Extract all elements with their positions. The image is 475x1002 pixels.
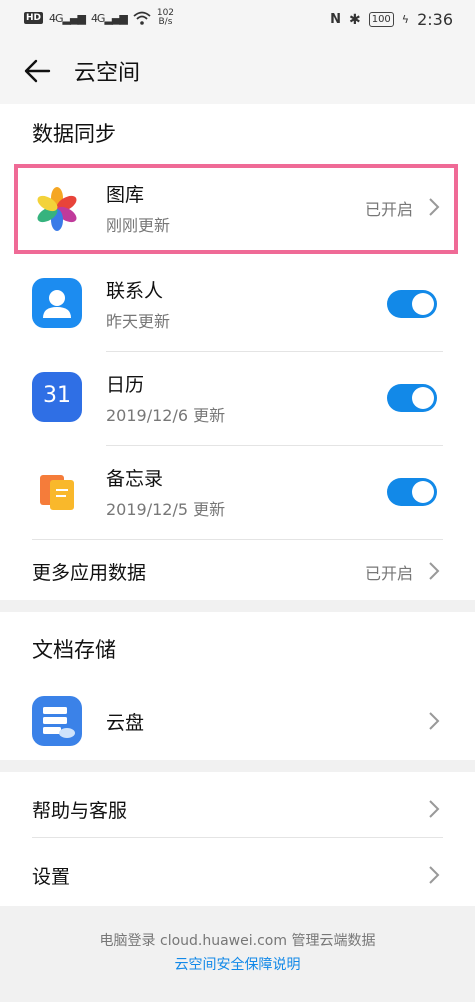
security-info-link[interactable]: 云空间安全保障说明 bbox=[0, 954, 475, 974]
gallery-row[interactable]: 图库 刚刚更新 已开启 bbox=[0, 166, 475, 258]
chevron-right-icon bbox=[429, 712, 440, 730]
title-bar: 云空间 bbox=[0, 40, 475, 104]
doc-storage-card: 文档存储 云盘 bbox=[0, 612, 475, 760]
page-title: 云空间 bbox=[74, 61, 141, 86]
notes-row: 备忘录 2019/12/5 更新 bbox=[0, 446, 475, 540]
contacts-icon bbox=[32, 278, 82, 328]
wifi-icon bbox=[133, 11, 151, 25]
status-bar: HD 4G▂▄▆ 4G▂▄▆ 102 B/s N ✱ 100 ϟ 2:36 bbox=[0, 0, 475, 40]
signal-icon-2: 4G▂▄▆ bbox=[90, 11, 128, 25]
calendar-subtitle: 2019/12/6 更新 bbox=[106, 406, 226, 425]
status-right: N ✱ 100 ϟ 2:36 bbox=[330, 10, 453, 29]
help-row[interactable]: 帮助与客服 bbox=[0, 772, 475, 838]
person-icon bbox=[43, 290, 71, 318]
footer: 电脑登录 cloud.huawei.com 管理云端数据 云空间安全保障说明 bbox=[0, 930, 475, 974]
notes-subtitle: 2019/12/5 更新 bbox=[106, 500, 226, 519]
more-app-data-label: 更多应用数据 bbox=[32, 562, 147, 584]
back-arrow-icon[interactable] bbox=[22, 56, 52, 86]
calendar-toggle[interactable] bbox=[387, 384, 437, 412]
gallery-status: 已开启 bbox=[364, 200, 413, 219]
cloud-drive-row[interactable]: 云盘 bbox=[0, 682, 475, 760]
hd-badge: HD bbox=[24, 12, 44, 24]
status-left: HD 4G▂▄▆ 4G▂▄▆ 102 B/s bbox=[24, 9, 174, 27]
chevron-right-icon bbox=[429, 866, 440, 884]
cloud-drive-icon bbox=[32, 696, 82, 746]
contacts-name: 联系人 bbox=[106, 280, 164, 302]
calendar-row: 31 日历 2019/12/6 更新 bbox=[0, 352, 475, 446]
calendar-icon: 31 bbox=[32, 372, 82, 422]
gallery-icon bbox=[37, 187, 77, 231]
settings-label: 设置 bbox=[32, 866, 71, 888]
calendar-icon-date: 31 bbox=[43, 383, 71, 408]
more-app-data-row[interactable]: 更多应用数据 已开启 bbox=[0, 540, 475, 600]
data-sync-section-title: 数据同步 bbox=[32, 122, 116, 146]
help-label: 帮助与客服 bbox=[32, 800, 128, 822]
footer-note: 电脑登录 cloud.huawei.com 管理云端数据 bbox=[99, 933, 376, 949]
network-type-1: 4G bbox=[49, 11, 63, 25]
network-type-2: 4G bbox=[90, 11, 105, 25]
battery-level: 100 bbox=[371, 14, 391, 25]
toggle-knob bbox=[412, 481, 434, 503]
chevron-right-icon bbox=[429, 562, 440, 580]
contacts-toggle[interactable] bbox=[387, 290, 437, 318]
notes-name: 备忘录 bbox=[106, 468, 164, 490]
gallery-name: 图库 bbox=[106, 184, 145, 206]
chevron-right-icon bbox=[429, 198, 440, 216]
clock: 2:36 bbox=[417, 10, 453, 29]
notes-toggle[interactable] bbox=[387, 478, 437, 506]
notes-icon bbox=[40, 475, 74, 510]
misc-card: 帮助与客服 设置 bbox=[0, 772, 475, 906]
cloud-drive-name: 云盘 bbox=[106, 712, 145, 734]
more-app-data-status: 已开启 bbox=[364, 564, 413, 583]
chevron-right-icon bbox=[429, 800, 440, 818]
settings-row[interactable]: 设置 bbox=[0, 838, 475, 906]
speed-unit: B/s bbox=[158, 17, 173, 27]
data-sync-card: 数据同步 图库 刚刚更新 已开启 联系人 昨天更新 31 日历 2019/12/… bbox=[0, 104, 475, 600]
toggle-knob bbox=[412, 387, 434, 409]
gallery-subtitle: 刚刚更新 bbox=[106, 216, 171, 235]
doc-storage-section-title: 文档存储 bbox=[32, 638, 116, 662]
network-speed: 102 B/s bbox=[157, 9, 174, 27]
bluetooth-icon: ✱ bbox=[348, 11, 361, 28]
charging-icon: ϟ bbox=[401, 13, 410, 26]
battery-icon: 100 bbox=[368, 12, 394, 27]
toggle-knob bbox=[412, 293, 434, 315]
contacts-subtitle: 昨天更新 bbox=[106, 312, 171, 331]
contacts-row: 联系人 昨天更新 bbox=[0, 258, 475, 352]
server-cloud-icon bbox=[43, 707, 75, 738]
signal-icon: 4G▂▄▆ bbox=[49, 11, 86, 25]
nfc-icon: N bbox=[330, 12, 341, 27]
calendar-name: 日历 bbox=[106, 374, 145, 396]
